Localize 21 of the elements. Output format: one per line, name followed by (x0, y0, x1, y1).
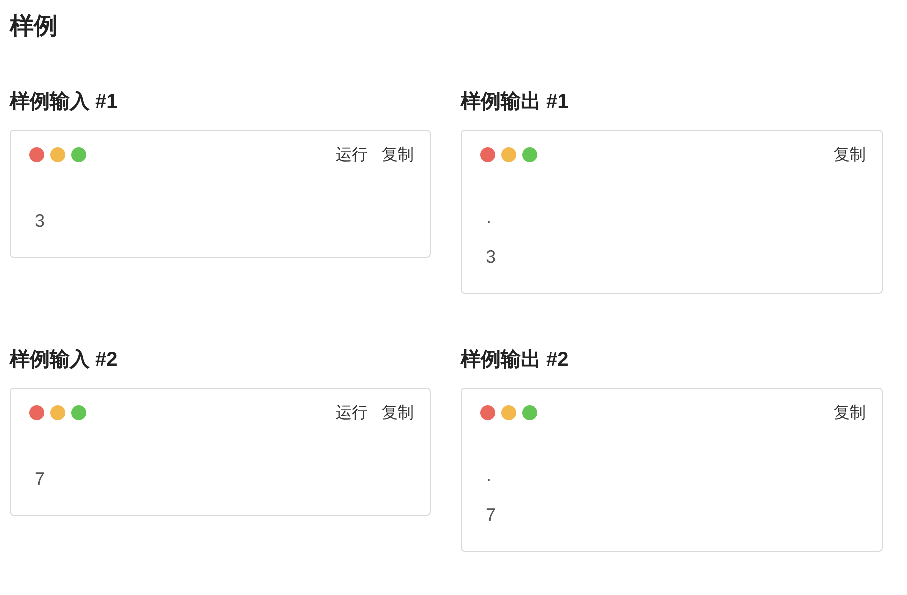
sample-heading: 样例输入 #1 (10, 90, 119, 115)
code-line: 3 (486, 246, 498, 269)
window-dots-icon (480, 147, 538, 163)
window-dots-icon (29, 405, 87, 421)
sample-heading: 样例输出 #1 (461, 90, 570, 115)
action-button[interactable]: 复制 (382, 402, 414, 424)
action-button[interactable]: 复制 (382, 144, 414, 166)
window-dots-icon (480, 405, 538, 421)
sample-heading: 样例输入 #2 (10, 348, 119, 373)
action-button[interactable]: 运行 (336, 144, 368, 166)
code-line: · (486, 210, 493, 233)
action-button[interactable]: 复制 (834, 402, 866, 424)
section-title: 样例 (10, 12, 59, 42)
code-line: 7 (486, 504, 498, 527)
code-line: 3 (35, 210, 46, 233)
code-line: · (486, 468, 493, 491)
sample-heading: 样例输出 #2 (461, 348, 570, 373)
code-line: 7 (35, 468, 46, 491)
action-button[interactable]: 复制 (834, 144, 866, 166)
action-button[interactable]: 运行 (336, 402, 368, 424)
window-dots-icon (29, 147, 87, 163)
